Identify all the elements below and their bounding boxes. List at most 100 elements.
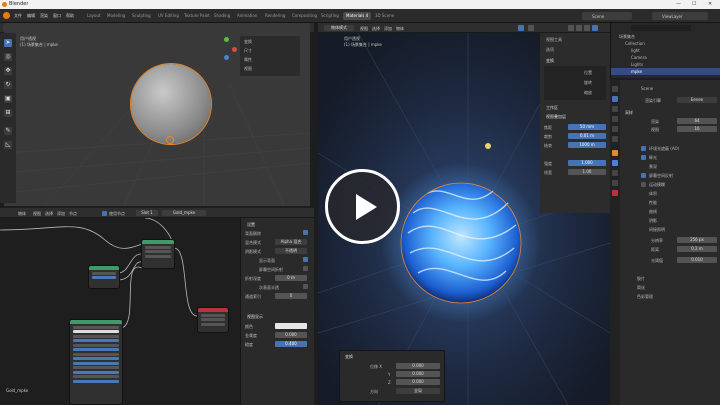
- node-value-field[interactable]: [73, 339, 119, 342]
- outliner-search-input[interactable]: [631, 25, 691, 31]
- node-value-field[interactable]: [73, 348, 119, 351]
- n-panel-view[interactable]: 视图: [244, 66, 252, 72]
- render-menu-add[interactable]: 添加: [384, 26, 392, 32]
- render-menu-view[interactable]: 视图: [360, 26, 368, 32]
- node-socket-row[interactable]: [201, 322, 225, 326]
- node-value-field[interactable]: [73, 361, 119, 365]
- n-panel-dimensions[interactable]: 尺寸: [244, 48, 252, 54]
- node-socket-row[interactable]: [73, 352, 119, 356]
- view-layer-tab-icon[interactable]: [612, 116, 618, 122]
- section-performance[interactable]: 性能: [649, 200, 657, 206]
- outliner-item-light[interactable]: light: [631, 48, 640, 53]
- blender-menu-icon[interactable]: [3, 12, 10, 19]
- node-value-field[interactable]: [73, 379, 119, 383]
- render-tab-icon[interactable]: [612, 96, 618, 102]
- node-menu-add[interactable]: 添加: [57, 211, 65, 217]
- node-color-field[interactable]: [73, 330, 119, 333]
- redo-orientation-select[interactable]: 全局: [396, 388, 440, 394]
- clip-end-field[interactable]: 1000 m: [568, 142, 606, 148]
- redo-panel-title[interactable]: 变换: [345, 354, 353, 360]
- rotate-tool-icon[interactable]: ↻: [4, 81, 12, 89]
- section-indirect[interactable]: 间接照明: [649, 227, 665, 233]
- object-tab-icon[interactable]: [612, 150, 618, 156]
- modifier-tab-icon[interactable]: [612, 160, 618, 166]
- node-principled-bsdf[interactable]: [142, 240, 174, 268]
- physics-tab-icon[interactable]: [612, 170, 618, 176]
- section-simplify[interactable]: 简化: [637, 285, 645, 291]
- section-motion-blur[interactable]: 运动模糊: [649, 182, 665, 188]
- outliner-item-lights[interactable]: Lights: [631, 62, 643, 67]
- tab-compositing[interactable]: Compositing: [289, 12, 320, 20]
- focal-length-field[interactable]: 50 mm: [568, 124, 606, 130]
- render-tab-options[interactable]: 选项: [546, 47, 554, 53]
- transform-location[interactable]: 位置: [584, 70, 592, 76]
- workspace-heading[interactable]: 工作区: [546, 105, 558, 111]
- node-material-output[interactable]: [198, 308, 228, 332]
- material-tab-icon[interactable]: [612, 190, 618, 196]
- navigation-gizmo[interactable]: [214, 37, 238, 61]
- n-panel-transform[interactable]: 变换: [244, 39, 252, 45]
- tool-tab-icon[interactable]: [612, 86, 618, 92]
- outliner-item-camera[interactable]: Camera: [631, 55, 647, 60]
- scale-tool-icon[interactable]: ▣: [4, 95, 12, 103]
- section-color-management[interactable]: 色彩管理: [637, 294, 653, 300]
- outliner-item-scene-collection[interactable]: 场景集合: [619, 34, 635, 40]
- render-shading-wireframe[interactable]: [568, 25, 574, 31]
- strength-field[interactable]: 1.000: [568, 160, 606, 166]
- pass-index-field[interactable]: 0: [275, 293, 307, 299]
- ssr-enable-checkbox[interactable]: [641, 173, 646, 178]
- tab-shading[interactable]: Shading: [211, 12, 233, 20]
- menu-edit[interactable]: 编辑: [27, 13, 35, 19]
- redo-y-field[interactable]: 0.000: [396, 371, 440, 377]
- close-button[interactable]: ✕: [708, 1, 712, 7]
- node-editor-canvas[interactable]: Gold_mpke: [0, 218, 240, 405]
- move-tool-icon[interactable]: ✥: [4, 67, 12, 75]
- select-tool-icon[interactable]: ➤: [4, 39, 12, 47]
- node-socket-row[interactable]: [73, 334, 119, 338]
- section-volumetrics[interactable]: 体积: [649, 191, 657, 197]
- cursor-tool-icon[interactable]: ◎: [4, 53, 12, 61]
- refraction-depth-field[interactable]: 0 m: [275, 275, 307, 281]
- scene-selector[interactable]: Scene: [582, 12, 632, 20]
- overlay-heading[interactable]: 视图叠加层: [546, 114, 566, 120]
- node-menu-node[interactable]: 节点: [69, 211, 77, 217]
- gizmo-y-axis[interactable]: [224, 37, 229, 42]
- transform-heading[interactable]: 变换: [546, 58, 554, 64]
- node-socket-row[interactable]: [73, 375, 119, 378]
- render-menu-select[interactable]: 选择: [372, 26, 380, 32]
- sampling-render-field[interactable]: 64: [677, 118, 717, 124]
- section-shadows[interactable]: 阴影: [649, 218, 657, 224]
- menu-help[interactable]: 帮助: [66, 13, 74, 19]
- line-width-field[interactable]: 1.00: [568, 169, 606, 175]
- backface-culling-checkbox[interactable]: [303, 230, 308, 235]
- node-props-settings-heading[interactable]: 设置: [247, 222, 255, 228]
- gizmo-x-axis[interactable]: [232, 47, 237, 52]
- display-roughness-field[interactable]: 0.400: [275, 341, 307, 347]
- menu-file[interactable]: 文件: [14, 13, 22, 19]
- node-socket-row[interactable]: [73, 325, 119, 329]
- world-tab-icon[interactable]: [612, 136, 618, 142]
- menu-render[interactable]: 渲染: [40, 13, 48, 19]
- section-film[interactable]: 胶片: [637, 276, 645, 282]
- section-curves[interactable]: 曲线: [649, 209, 657, 215]
- n-panel-properties[interactable]: 属性: [244, 57, 252, 63]
- node-menu-object[interactable]: 物体: [18, 211, 26, 217]
- node-socket-row[interactable]: [73, 366, 119, 369]
- scene-tab-icon[interactable]: [612, 126, 618, 132]
- redo-x-field[interactable]: 0.000: [396, 363, 440, 369]
- render-gizmo-toggle[interactable]: [518, 25, 524, 31]
- node-socket-row[interactable]: [145, 254, 171, 258]
- section-dof[interactable]: 景深: [649, 164, 657, 170]
- ao-checkbox[interactable]: [641, 146, 646, 151]
- node-socket-row[interactable]: [145, 250, 171, 253]
- clip-start-field[interactable]: 0.01 m: [568, 133, 606, 139]
- node-socket-row[interactable]: [201, 318, 225, 321]
- node-socket-row[interactable]: [201, 313, 225, 317]
- viewport-display-heading[interactable]: 视图显示: [247, 314, 263, 320]
- view-layer-selector[interactable]: ViewLayer: [652, 12, 708, 20]
- section-sampling[interactable]: 采样: [625, 110, 633, 116]
- node-menu-view[interactable]: 视图: [33, 211, 41, 217]
- redo-z-field[interactable]: 0.000: [396, 379, 440, 385]
- node-menu-select[interactable]: 选择: [45, 211, 53, 217]
- tab-3d-scene[interactable]: 3D Scene: [372, 12, 397, 20]
